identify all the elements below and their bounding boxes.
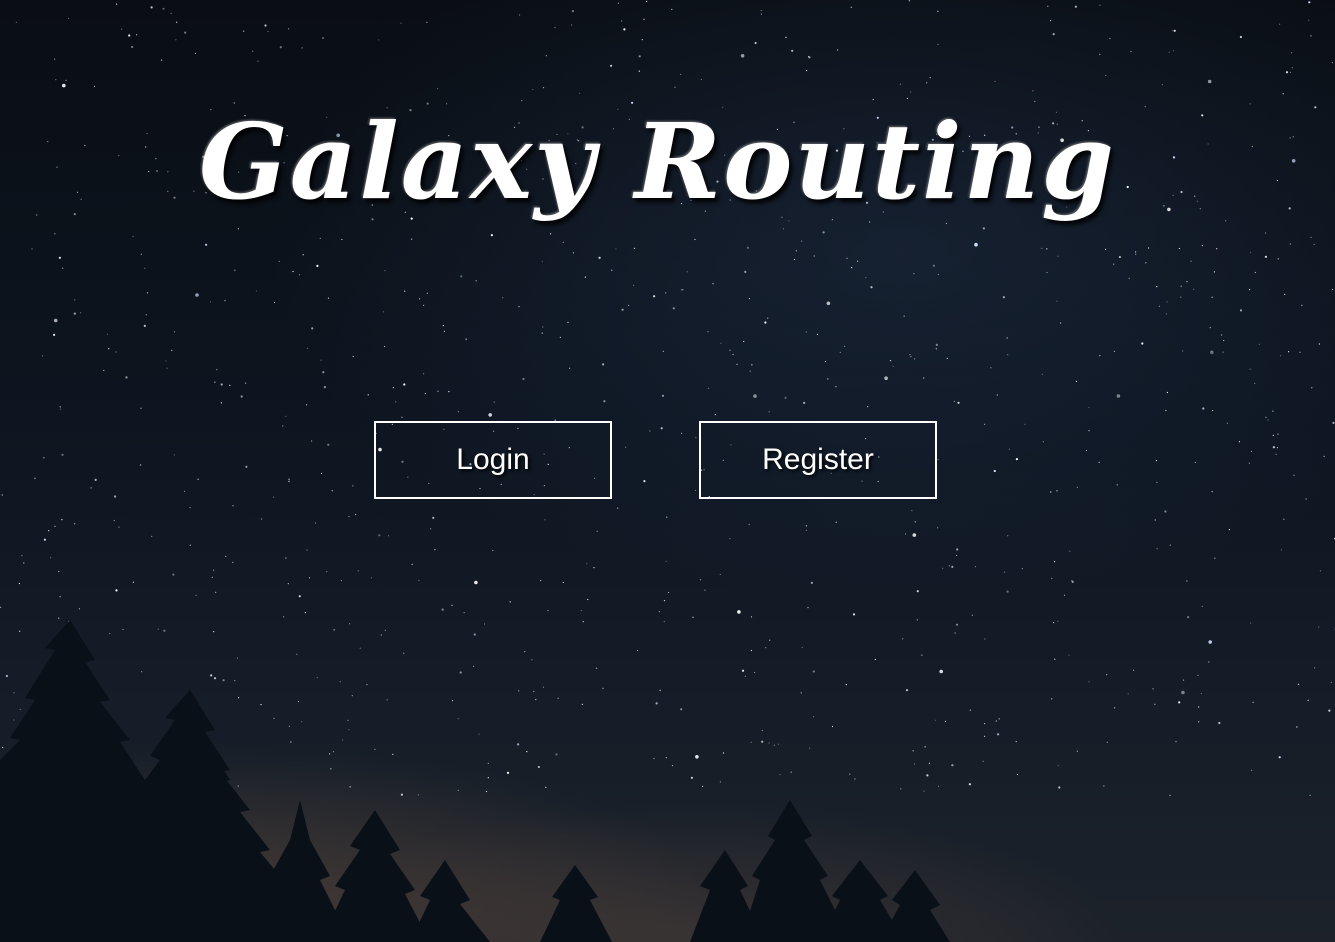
register-button[interactable]: Register: [699, 421, 937, 499]
starry-sky-background: Galaxy Routing Login Register: [0, 0, 1335, 942]
login-button[interactable]: Login: [374, 421, 612, 499]
page-title: Galaxy Routing: [198, 100, 1117, 223]
